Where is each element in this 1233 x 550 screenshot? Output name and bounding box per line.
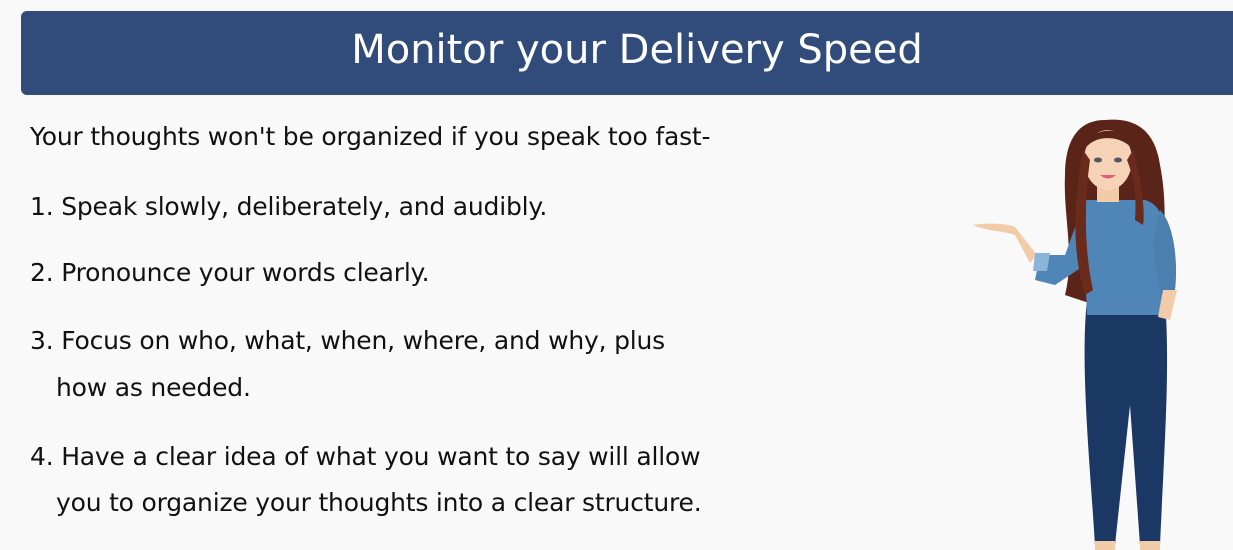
point-3: 3. Focus on who, what, when, where, and … xyxy=(30,326,665,355)
point-1: 1. Speak slowly, deliberately, and audib… xyxy=(30,192,548,221)
point-3-continued: how as needed. xyxy=(56,373,251,402)
intro-text: Your thoughts won't be organized if you … xyxy=(30,122,711,151)
slide-title: Monitor your Delivery Speed xyxy=(351,27,923,73)
woman-presenting-illustration xyxy=(973,119,1177,550)
point-4: 4. Have a clear idea of what you want to… xyxy=(30,442,701,471)
point-4-continued: you to organize your thoughts into a cle… xyxy=(56,488,702,517)
point-2: 2. Pronounce your words clearly. xyxy=(30,258,430,287)
